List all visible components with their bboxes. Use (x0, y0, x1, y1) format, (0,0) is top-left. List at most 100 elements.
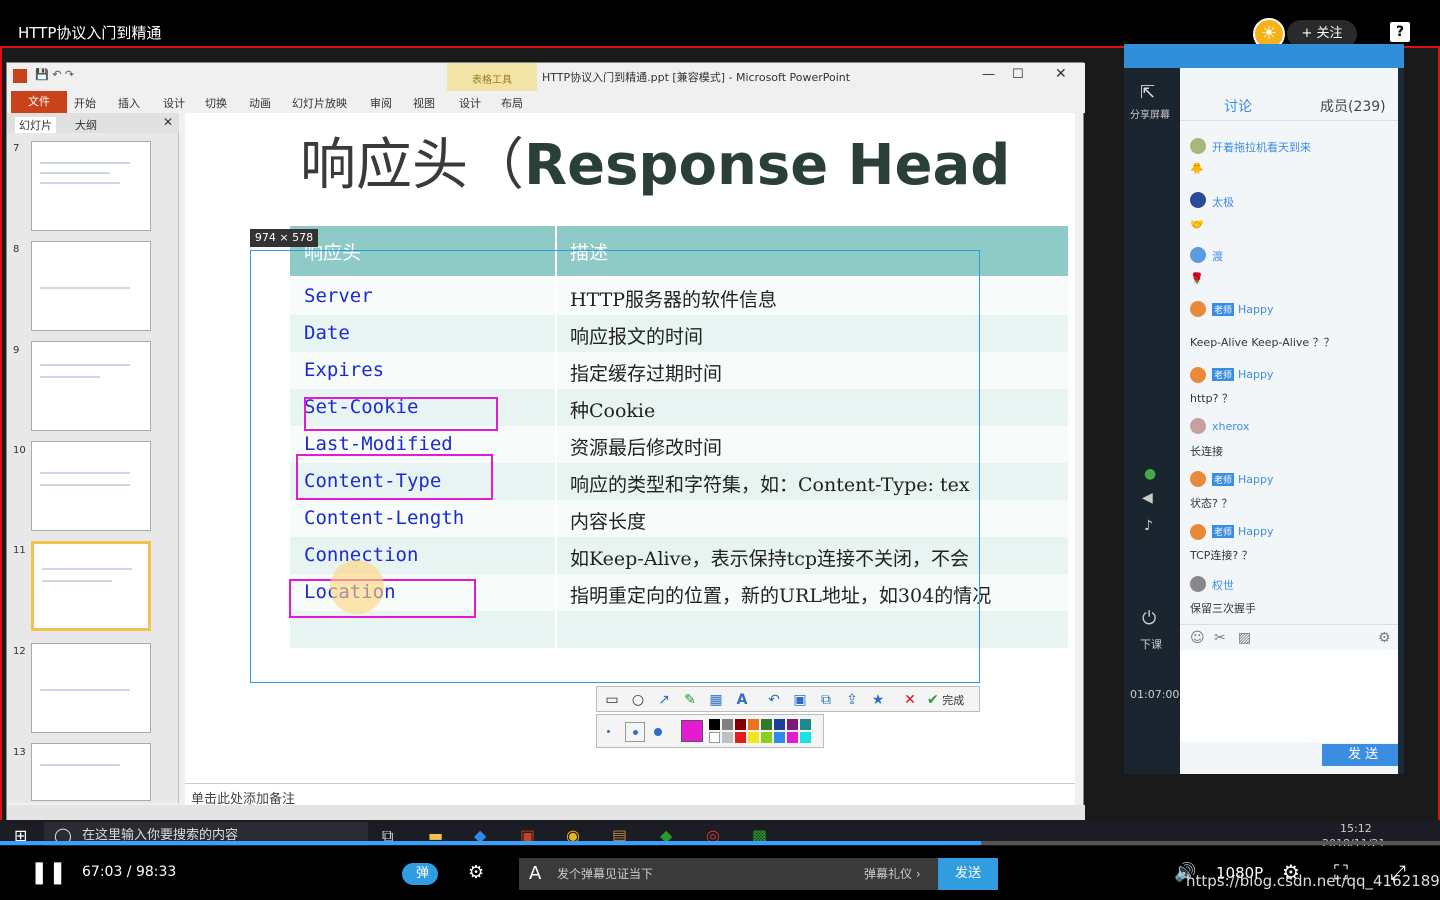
copy-icon[interactable]: ⧉ (817, 691, 835, 709)
image-icon[interactable]: ▨ (1238, 630, 1251, 646)
color-swatch[interactable] (761, 719, 772, 730)
notes-pane[interactable]: 单击此处添加备注 (185, 783, 1075, 807)
quick-access-icon[interactable]: 💾 ↶ ↷ (35, 68, 74, 81)
color-swatch[interactable] (709, 719, 720, 730)
color-swatch[interactable] (748, 732, 759, 743)
chat-send-button[interactable]: 发 送 (1322, 744, 1398, 766)
danmu-etiquette-link[interactable]: 弹幕礼仪 › (864, 858, 921, 890)
share-icon[interactable]: ⇪ (843, 691, 861, 709)
slide-thumbnail-selected[interactable] (31, 541, 151, 631)
size-medium-icon[interactable] (625, 722, 645, 742)
slides-panel: 幻灯片 大纲 ✕ 7 8 9 10 11 12 13 (7, 113, 179, 803)
mic-icon[interactable]: ● (1144, 466, 1156, 482)
tab-table-layout[interactable]: 布局 (501, 95, 523, 111)
tab-review[interactable]: 审阅 (370, 95, 392, 111)
tab-outline[interactable]: 大纲 (75, 117, 97, 133)
size-large-icon[interactable] (654, 728, 662, 736)
color-swatch[interactable] (735, 732, 746, 743)
ppt-window-title: HTTP协议入门到精通.ppt [兼容模式] - Microsoft Power… (542, 71, 851, 84)
message-text: TCP连接? ？ (1190, 549, 1253, 562)
volume-icon[interactable]: ◀ (1142, 490, 1153, 506)
tab-slides[interactable]: 幻灯片 (15, 117, 56, 133)
color-swatch[interactable] (800, 732, 811, 743)
save-icon[interactable]: ▣ (791, 691, 809, 709)
pause-icon[interactable]: ❚❚ (30, 860, 67, 885)
color-swatch[interactable] (735, 719, 746, 730)
color-swatch[interactable] (800, 719, 811, 730)
color-swatch[interactable] (787, 719, 798, 730)
close-panel-icon[interactable]: ✕ (163, 115, 173, 129)
playback-time: 67:03 / 98:33 (82, 864, 177, 880)
music-icon[interactable]: ♪ (1144, 518, 1153, 534)
slide-thumbnail[interactable] (31, 241, 151, 331)
ppt-statusbar (7, 805, 1085, 821)
video-title: HTTP协议入门到精通 (18, 24, 162, 42)
slide-title-cn: 响应头（ (300, 133, 524, 198)
current-color-swatch[interactable] (681, 720, 703, 742)
tab-home[interactable]: 开始 (74, 95, 96, 111)
color-swatch[interactable] (722, 732, 733, 743)
tab-insert[interactable]: 插入 (118, 95, 140, 111)
cancel-icon[interactable]: ✕ (901, 691, 919, 709)
color-swatch[interactable] (709, 732, 720, 743)
scissors-icon[interactable]: ✂ (1214, 630, 1226, 646)
slide-thumbnail[interactable] (31, 341, 151, 431)
color-swatch[interactable] (748, 719, 759, 730)
settings-icon[interactable]: ⚙ (1378, 630, 1391, 646)
text-style-icon[interactable]: A (529, 858, 541, 890)
chat-main: 讨论 成员(239) 开着拖拉机看天到来 🐥 太极 🤝 渡 🌹 老师 Happy … (1180, 68, 1398, 774)
tab-animations[interactable]: 动画 (249, 95, 271, 111)
danmu-send-button[interactable]: 发送 (938, 858, 998, 890)
tab-table-design[interactable]: 设计 (459, 95, 481, 111)
minimize-icon[interactable]: — (982, 67, 995, 82)
pin-icon[interactable]: ★ (869, 691, 887, 709)
emoji-icon: 🤝 (1190, 218, 1204, 231)
pen-icon[interactable]: ✎ (681, 691, 699, 709)
maximize-icon[interactable]: ☐ (1012, 67, 1024, 82)
danmu-settings-icon[interactable]: ⚙ (468, 862, 484, 883)
tab-design[interactable]: 设计 (163, 95, 185, 111)
message-text: Keep-Alive Keep-Alive ？？ (1190, 336, 1335, 349)
tab-slideshow[interactable]: 幻灯片放映 (292, 95, 347, 111)
slide-number: 12 (13, 646, 26, 657)
arrow-icon[interactable]: ↗ (655, 691, 673, 709)
user-avatar (1190, 576, 1206, 592)
slide-thumbnail[interactable] (31, 441, 151, 531)
done-button[interactable]: ✔ 完成 (927, 687, 979, 713)
mosaic-icon[interactable]: ▦ (707, 691, 725, 709)
color-swatch[interactable] (787, 732, 798, 743)
close-icon[interactable]: ✕ (1055, 66, 1067, 82)
undo-icon[interactable]: ↶ (765, 691, 783, 709)
end-class-icon[interactable]: ⏻ (1142, 608, 1156, 629)
slide-thumbnail[interactable] (31, 643, 151, 733)
tab-view[interactable]: 视图 (413, 95, 435, 111)
tab-members[interactable]: 成员(239) (1320, 96, 1386, 116)
help-icon[interactable]: ? (1390, 22, 1410, 42)
slide-thumbnail[interactable] (31, 141, 151, 231)
share-screen-icon[interactable]: ⇱ (1140, 82, 1155, 103)
rectangle-icon[interactable]: ▭ (603, 691, 621, 709)
teacher-badge: 老师 (1212, 525, 1235, 538)
top-bar (0, 0, 1440, 46)
slide-number: 7 (13, 143, 20, 154)
slides-panel-tabs: 幻灯片 大纲 ✕ (7, 113, 179, 133)
text-icon[interactable]: A (733, 691, 751, 709)
teacher-badge: 老师 (1212, 473, 1235, 486)
slide-number: 8 (13, 244, 20, 255)
chat-sidebar: ⇱ 分享屏幕 ● ◀ ♪ ⏻ 下课 01:07:00 (1124, 68, 1180, 774)
teacher-badge: 老师 (1212, 303, 1235, 316)
color-swatch[interactable] (722, 719, 733, 730)
danmu-toggle[interactable]: 弹 (402, 863, 438, 885)
tab-file[interactable]: 文件 (11, 91, 67, 113)
color-swatch[interactable] (774, 719, 785, 730)
tab-transitions[interactable]: 切换 (205, 95, 227, 111)
size-small-icon[interactable] (607, 730, 610, 733)
tab-discuss[interactable]: 讨论 (1224, 96, 1252, 116)
color-swatch[interactable] (774, 732, 785, 743)
cursor-highlight (330, 560, 384, 614)
color-swatch[interactable] (761, 732, 772, 743)
ellipse-icon[interactable]: ○ (629, 691, 647, 709)
chat-input[interactable] (1180, 650, 1398, 742)
slide-thumbnail[interactable] (31, 743, 151, 801)
emoji-button-icon[interactable]: ☺ (1190, 630, 1205, 646)
